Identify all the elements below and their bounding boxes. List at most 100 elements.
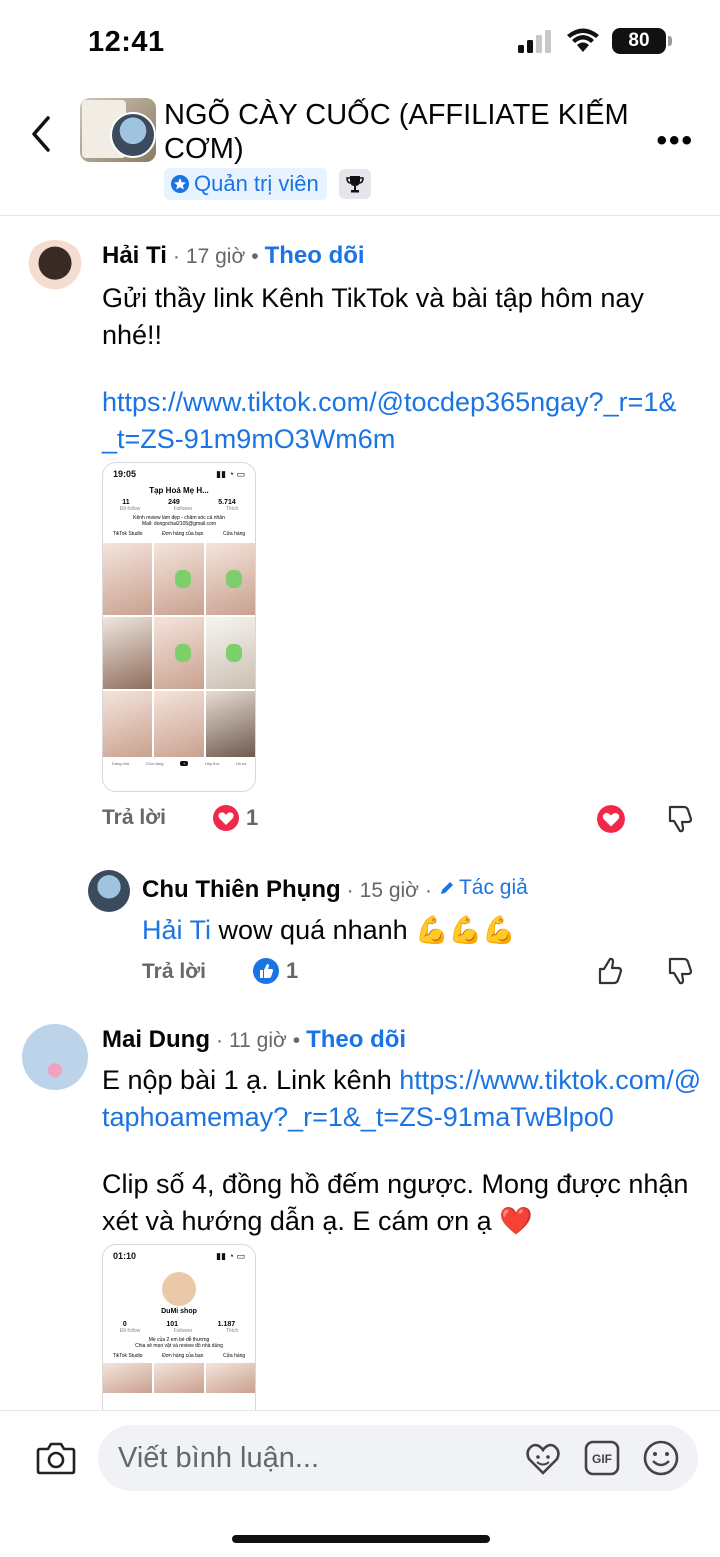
comment-author[interactable]: Chu Thiên Phụng bbox=[142, 876, 341, 904]
comment-author[interactable]: Hải Ti bbox=[102, 242, 167, 270]
like-icon[interactable] bbox=[596, 956, 624, 986]
svg-text:GIF: GIF bbox=[592, 1452, 612, 1466]
shot-button: Cửa hàng bbox=[222, 531, 246, 537]
reaction-count: 1 bbox=[246, 805, 259, 830]
shot-stat-label: Thích bbox=[225, 506, 239, 512]
shot-stat: 101 bbox=[166, 1321, 179, 1328]
comment-time: 17 giờ bbox=[185, 245, 246, 268]
author-badge: Tác giả bbox=[438, 876, 528, 900]
comment-input[interactable]: Viết bình luận... GIF bbox=[98, 1425, 698, 1491]
attached-screenshot[interactable]: 19:05 ▮▮ ◔ ▭ Tạp Hoá Mẹ H... 11 249 5.71… bbox=[102, 462, 256, 792]
shot-button: TikTok Studio bbox=[112, 531, 143, 537]
reaction-summary[interactable]: 1 bbox=[252, 957, 298, 985]
shot-buttons: TikTok Studio Đơn hàng của bạn Cửa hàng bbox=[103, 1353, 255, 1359]
shot-mail: Mail: dongochai2105@gmail.com bbox=[141, 521, 216, 527]
home-indicator bbox=[232, 1535, 490, 1543]
group-title[interactable]: NGÕ CÀY CUỐC (AFFILIATE KIẾM CƠM) bbox=[164, 98, 654, 166]
status-time: 12:41 bbox=[88, 26, 165, 58]
shot-nav-item: Trang chủ bbox=[111, 761, 130, 766]
video-thumb bbox=[154, 617, 204, 689]
shot-profile-name: DuMi shop bbox=[161, 1308, 197, 1315]
shot-stat-label: Follower bbox=[173, 1328, 193, 1334]
dislike-icon[interactable] bbox=[666, 956, 694, 986]
shot-stat-label: Đã follow bbox=[119, 506, 141, 512]
video-thumb bbox=[205, 691, 255, 757]
shot-stat-labels: Đã follow Follower Thích bbox=[103, 1328, 255, 1334]
shot-nav-item: Hộp thư bbox=[204, 761, 220, 766]
shot-button: Đơn hàng của bạn bbox=[162, 1353, 204, 1359]
more-options-icon[interactable]: ••• bbox=[656, 124, 694, 158]
shot-button: TikTok Studio bbox=[112, 1353, 143, 1359]
shot-stat: 1.187 bbox=[217, 1321, 236, 1328]
shot-signal: ▮▮ ◔ ▭ bbox=[216, 469, 245, 479]
avatar[interactable] bbox=[22, 1024, 88, 1090]
reply-text: Hải Ti wow quá nhanh 💪💪💪 bbox=[142, 912, 702, 949]
shot-video-grid bbox=[103, 543, 255, 757]
comment-time: 11 giờ bbox=[229, 1029, 287, 1052]
shot-plus-icon: + bbox=[179, 761, 189, 766]
video-thumb bbox=[205, 617, 255, 689]
shot-profile-name: Tạp Hoá Mẹ H... bbox=[149, 486, 209, 495]
battery-indicator: 80 bbox=[612, 28, 672, 54]
role-row: Quản trị viên bbox=[164, 168, 371, 200]
shot-stat-label: Thích bbox=[225, 1328, 239, 1334]
group-admin-avatar bbox=[110, 112, 156, 158]
comment-text: E nộp bài 1 ạ. Link kênh https://www.tik… bbox=[102, 1062, 702, 1136]
shot-buttons: TikTok Studio Đơn hàng của bạn Cửa hàng bbox=[103, 531, 255, 537]
reaction-count: 1 bbox=[286, 958, 299, 983]
video-thumb bbox=[154, 691, 204, 757]
love-reaction-icon bbox=[213, 805, 239, 831]
avatar-sticker-icon[interactable] bbox=[524, 1439, 562, 1477]
author-badge-label: Tác giả bbox=[458, 876, 528, 899]
reply-button[interactable]: Trả lời bbox=[142, 960, 206, 984]
shot-stat-label: Follower bbox=[173, 506, 193, 512]
role-badge: Quản trị viên bbox=[164, 168, 327, 200]
avatar[interactable] bbox=[88, 870, 130, 912]
comment-text: Gửi thầy link Kênh TikTok và bài tập hôm… bbox=[102, 283, 644, 350]
comment-input-placeholder: Viết bình luận... bbox=[118, 1442, 320, 1474]
shot-status: 01:10 ▮▮ ◔ ▭ bbox=[103, 1245, 255, 1268]
comment-link[interactable]: https://www.tiktok.com/@tocdep365ngay?_r… bbox=[102, 384, 682, 458]
comment-composer: Viết bình luận... GIF bbox=[0, 1410, 720, 1557]
emoji-icon[interactable] bbox=[642, 1439, 680, 1477]
status-bar: 12:41 80 bbox=[0, 0, 720, 86]
group-header: NGÕ CÀY CUỐC (AFFILIATE KIẾM CƠM) Quản t… bbox=[0, 86, 720, 216]
video-thumb bbox=[103, 691, 153, 757]
reaction-summary[interactable]: 1 bbox=[212, 804, 258, 832]
video-thumb bbox=[205, 1363, 255, 1393]
comment-separator: · bbox=[424, 879, 432, 902]
comment-text-before: E nộp bài 1 ạ. Link kênh bbox=[102, 1065, 400, 1095]
follow-button[interactable]: Theo dõi bbox=[306, 1026, 406, 1054]
dislike-icon[interactable] bbox=[666, 804, 694, 834]
avatar[interactable] bbox=[22, 240, 88, 306]
video-thumb bbox=[103, 543, 153, 615]
comment-separator: · bbox=[216, 1029, 223, 1052]
mention-link[interactable]: Hải Ti bbox=[142, 915, 211, 945]
shot-button: Đơn hàng của bạn bbox=[162, 531, 204, 537]
shot-nav: Trang chủ Cửa hàng + Hộp thư Hồ sơ bbox=[103, 761, 255, 766]
shot-time: 19:05 bbox=[113, 469, 137, 479]
shot-signal: ▮▮ ◔ ▭ bbox=[216, 1251, 245, 1261]
shot-stat: 0 bbox=[122, 1321, 127, 1328]
gif-icon[interactable]: GIF bbox=[584, 1440, 620, 1476]
shot-stats: 0 101 1.187 bbox=[103, 1321, 255, 1328]
shot-stats: 11 249 5.714 bbox=[103, 499, 255, 506]
shot-stat: 5.714 bbox=[218, 499, 236, 506]
shot-nav-item: Cửa hàng bbox=[145, 761, 164, 766]
back-arrow-icon[interactable] bbox=[28, 114, 54, 154]
shot-stat: 249 bbox=[168, 499, 180, 506]
video-thumb bbox=[154, 543, 204, 615]
status-icons: 80 bbox=[518, 28, 672, 54]
comment-separator: • bbox=[251, 245, 259, 268]
comment-separator: • bbox=[292, 1029, 301, 1052]
like-reaction-icon bbox=[253, 958, 279, 984]
love-react-button-icon[interactable] bbox=[596, 804, 626, 834]
comment-time: 15 giờ bbox=[359, 879, 419, 902]
comment-author[interactable]: Mai Dung bbox=[102, 1026, 210, 1054]
follow-button[interactable]: Theo dõi bbox=[265, 242, 365, 270]
shot-stat-labels: Đã follow Follower Thích bbox=[103, 506, 255, 512]
camera-icon[interactable] bbox=[36, 1441, 76, 1475]
reply-button[interactable]: Trả lời bbox=[102, 806, 166, 830]
comment-separator: · bbox=[172, 245, 180, 268]
video-thumb bbox=[103, 1363, 153, 1393]
